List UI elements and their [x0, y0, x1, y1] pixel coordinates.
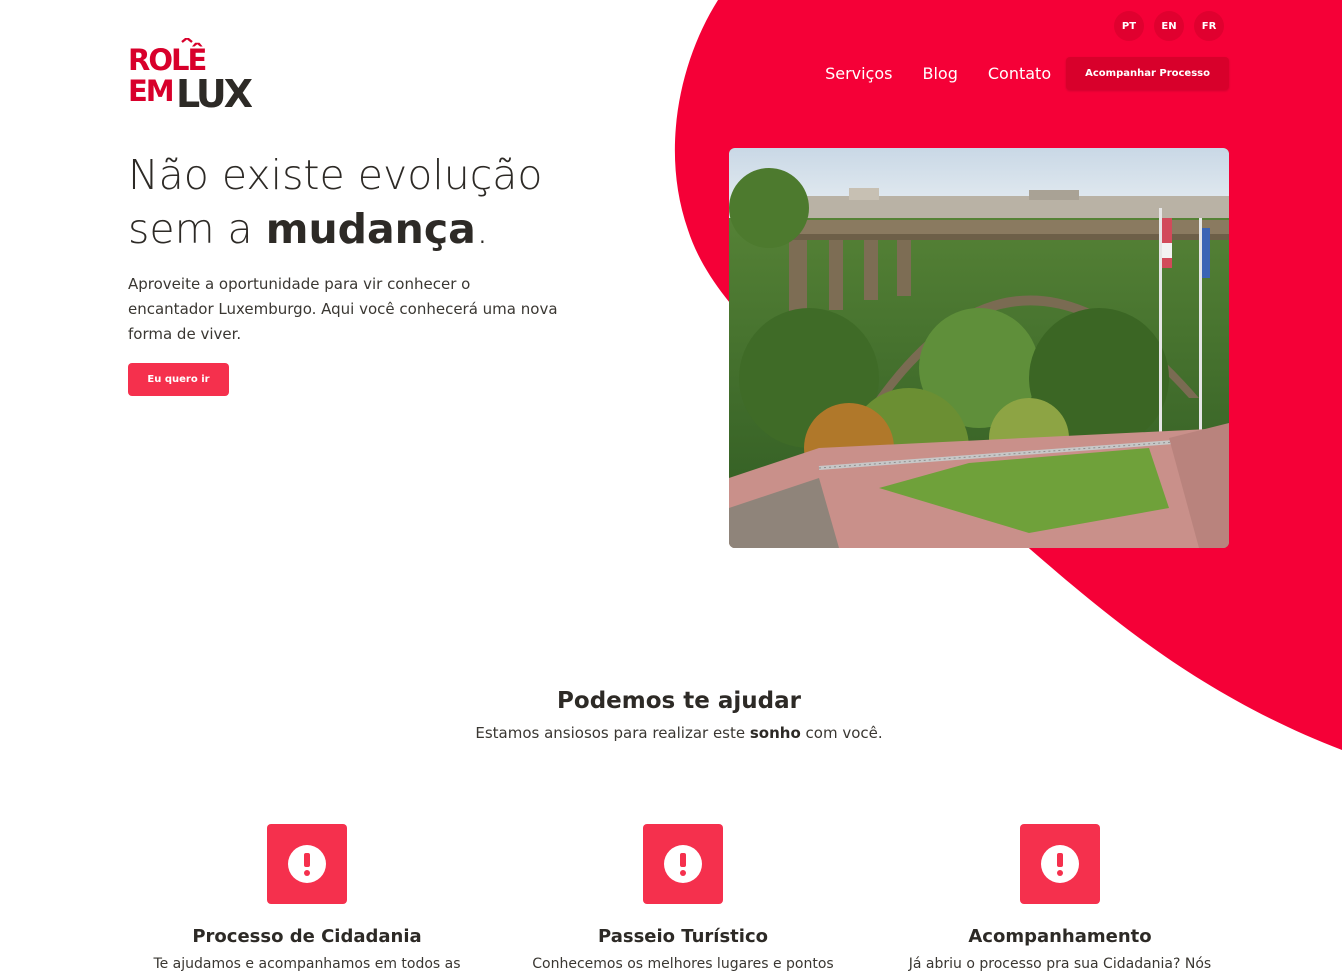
service-card-cidadania[interactable]: Processo de Cidadania Te ajudamos e acom… — [142, 824, 472, 975]
lang-fr-button[interactable]: FR — [1194, 11, 1224, 41]
hero-title-line2-prefix: sem a — [128, 205, 266, 253]
alert-icon — [643, 824, 723, 904]
alert-icon — [267, 824, 347, 904]
help-subtitle-emphasis: sonho — [749, 724, 801, 742]
language-switcher: PT EN FR — [1114, 11, 1224, 41]
card-text: Conhecemos os melhores lugares e pontos — [532, 956, 834, 972]
logo-line2a: EM — [128, 74, 173, 108]
help-section-title: Podemos te ajudar — [557, 688, 801, 714]
hero-title: Não existe evolução sem a mudança. — [128, 148, 688, 256]
hero-title-emphasis: mudança — [265, 205, 476, 253]
card-text: Já abriu o processo pra sua Cidadania? N… — [908, 956, 1212, 972]
alert-icon — [1020, 824, 1100, 904]
lang-en-button[interactable]: EN — [1154, 11, 1184, 41]
track-process-button[interactable]: Acompanhar Processo — [1066, 57, 1229, 90]
main-nav: Serviços Blog Contato Acompanhar Process… — [825, 57, 1229, 90]
bridge-landscape-image — [729, 148, 1229, 548]
card-title: Acompanhamento — [968, 926, 1152, 947]
hero-title-line2-suffix: . — [475, 205, 489, 253]
hero-description: Aproveite a oportunidade para vir conhec… — [128, 275, 558, 343]
hero-cta-button[interactable]: Eu quero ir — [128, 363, 229, 396]
nav-contato[interactable]: Contato — [988, 64, 1051, 83]
logo-mark: ROLÊ EM LUX — [128, 36, 256, 116]
nav-blog[interactable]: Blog — [922, 64, 957, 83]
nav-servicos[interactable]: Serviços — [825, 64, 892, 83]
service-card-acompanhamento[interactable]: Acompanhamento Já abriu o processo pra s… — [895, 824, 1225, 975]
help-subtitle-prefix: Estamos ansiosos para realizar este — [475, 724, 750, 742]
logo-line2b: LUX — [176, 72, 252, 110]
brand-logo[interactable]: ROLÊ EM LUX — [128, 36, 256, 116]
card-title: Passeio Turístico — [598, 926, 768, 947]
hero-photo — [729, 148, 1229, 548]
lang-pt-button[interactable]: PT — [1114, 11, 1144, 41]
landing-page: ROLÊ EM LUX PT EN FR Serviços Blog Conta… — [0, 0, 1342, 976]
service-card-passeio[interactable]: Passeio Turístico Conhecemos os melhores… — [518, 824, 848, 975]
help-subtitle-suffix: com você. — [800, 724, 883, 742]
card-title: Processo de Cidadania — [192, 926, 422, 947]
card-text: Te ajudamos e acompanhamos em todos as — [153, 956, 461, 972]
hero-title-line1: Não existe evolução — [128, 151, 543, 199]
help-section-subtitle: Estamos ansiosos para realizar este sonh… — [0, 724, 1342, 742]
